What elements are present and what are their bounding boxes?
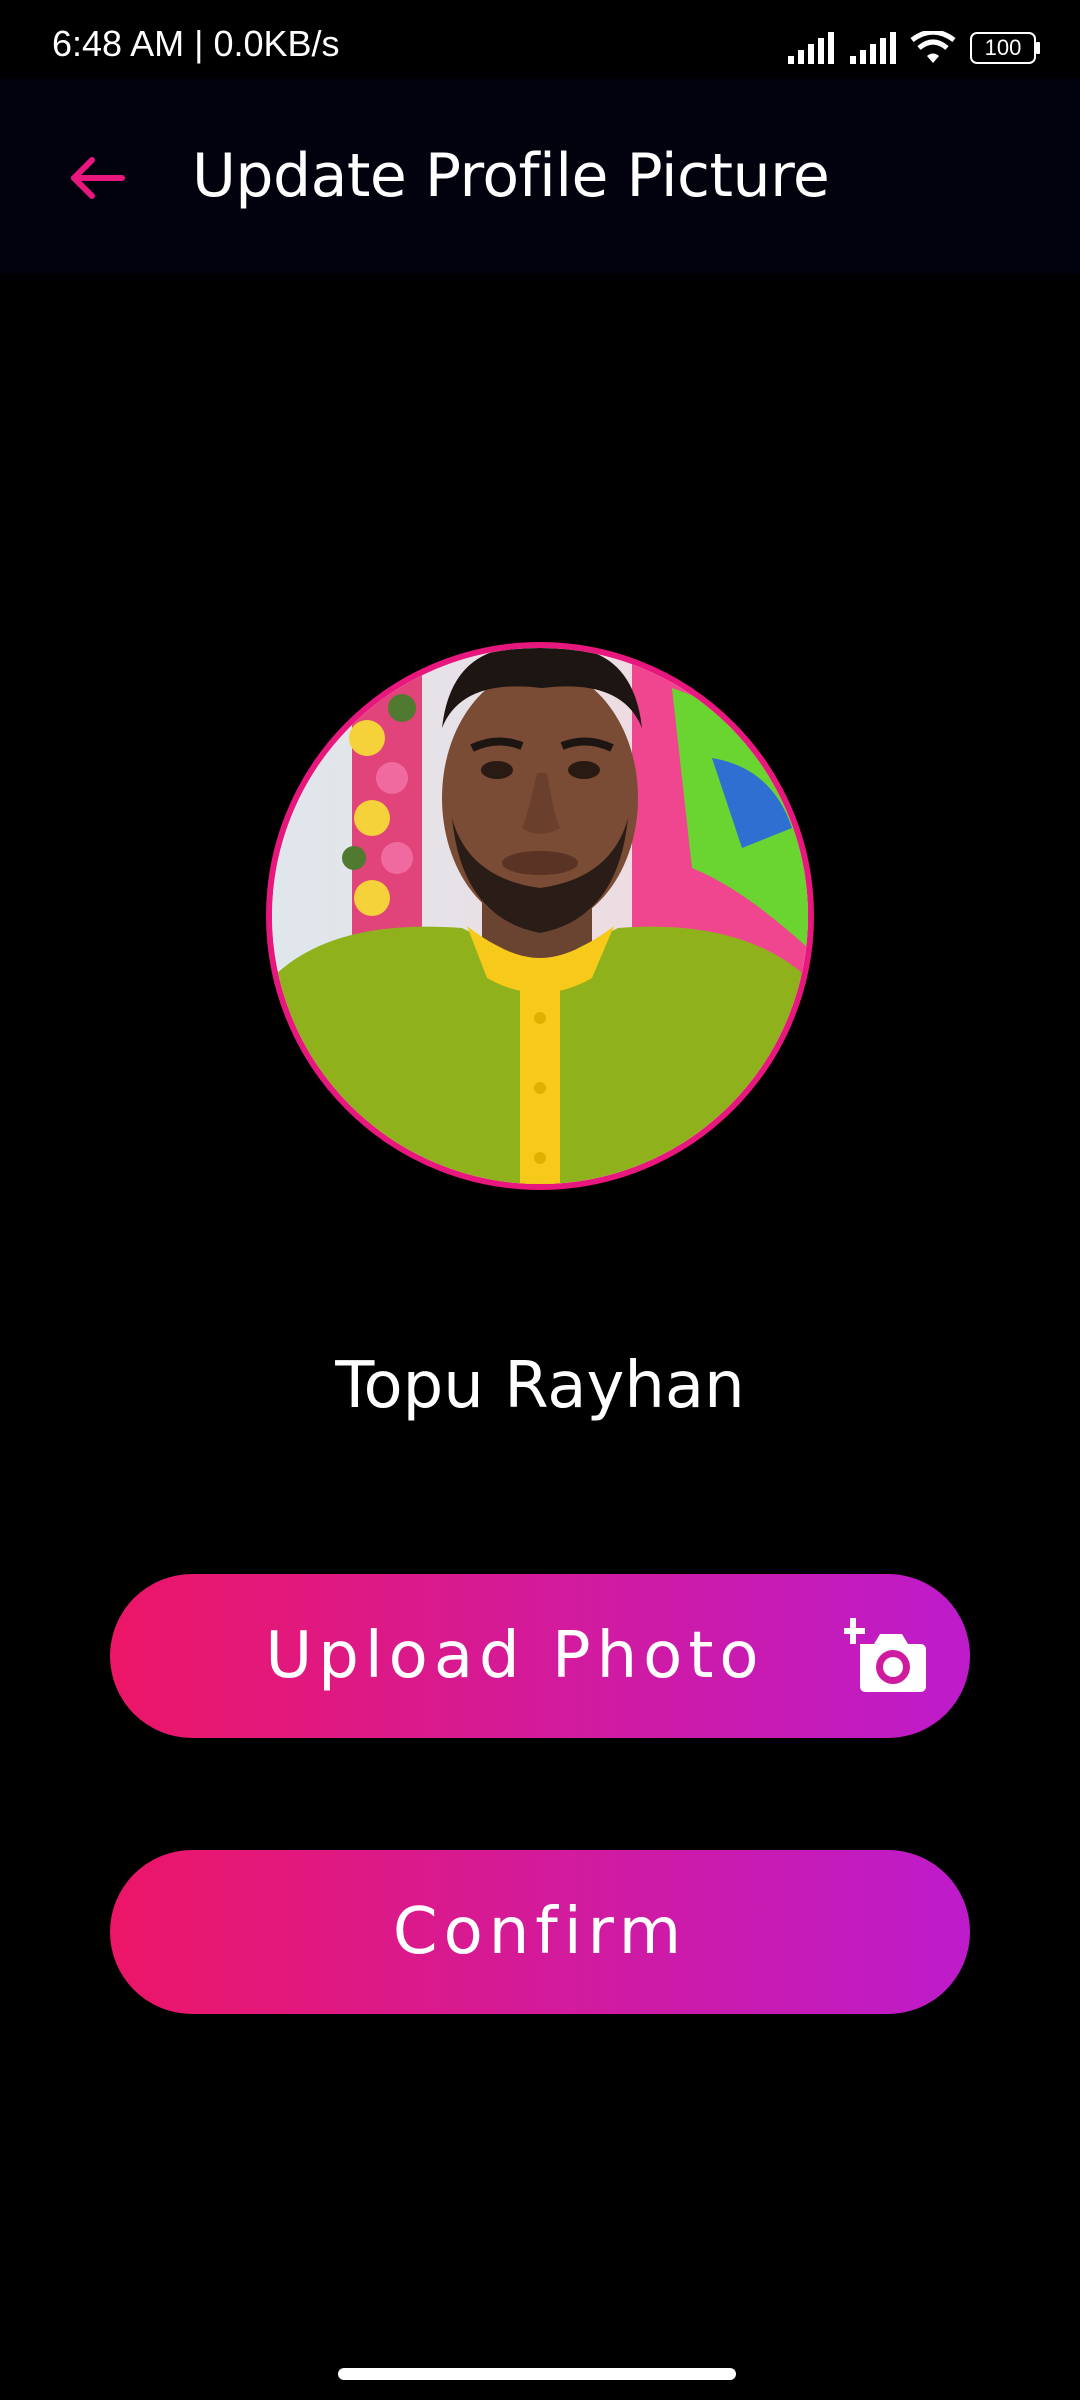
add-camera-icon xyxy=(844,1618,926,1692)
status-icons: 100 xyxy=(786,30,1040,66)
avatar[interactable] xyxy=(266,642,814,1190)
upload-photo-button[interactable]: Upload Photo xyxy=(110,1574,970,1738)
signal-icon xyxy=(788,32,834,64)
profile-photo xyxy=(272,648,808,1184)
user-name: Topu Rayhan xyxy=(335,1349,745,1423)
upload-photo-label: Upload Photo xyxy=(265,1619,765,1693)
home-indicator[interactable] xyxy=(338,2368,736,2380)
app-bar: Update Profile Picture xyxy=(0,78,1080,274)
status-time-speed: 6:48 AM | 0.0KB/s xyxy=(52,23,340,64)
battery-level: 100 xyxy=(984,35,1022,60)
signal-icon xyxy=(850,32,896,64)
confirm-button[interactable]: Confirm xyxy=(110,1850,970,2014)
wifi-icon xyxy=(910,31,956,63)
page-title: Update Profile Picture xyxy=(192,141,830,211)
battery-icon: 100 xyxy=(970,32,1040,64)
back-button[interactable] xyxy=(48,130,144,226)
update-profile-picture-screen: 6:48 AM | 0.0KB/s 100 Update Profile Pic… xyxy=(0,0,1080,2400)
arrow-left-icon xyxy=(71,157,125,199)
confirm-label: Confirm xyxy=(392,1895,688,1969)
status-bar: 6:48 AM | 0.0KB/s 100 xyxy=(0,0,1080,78)
